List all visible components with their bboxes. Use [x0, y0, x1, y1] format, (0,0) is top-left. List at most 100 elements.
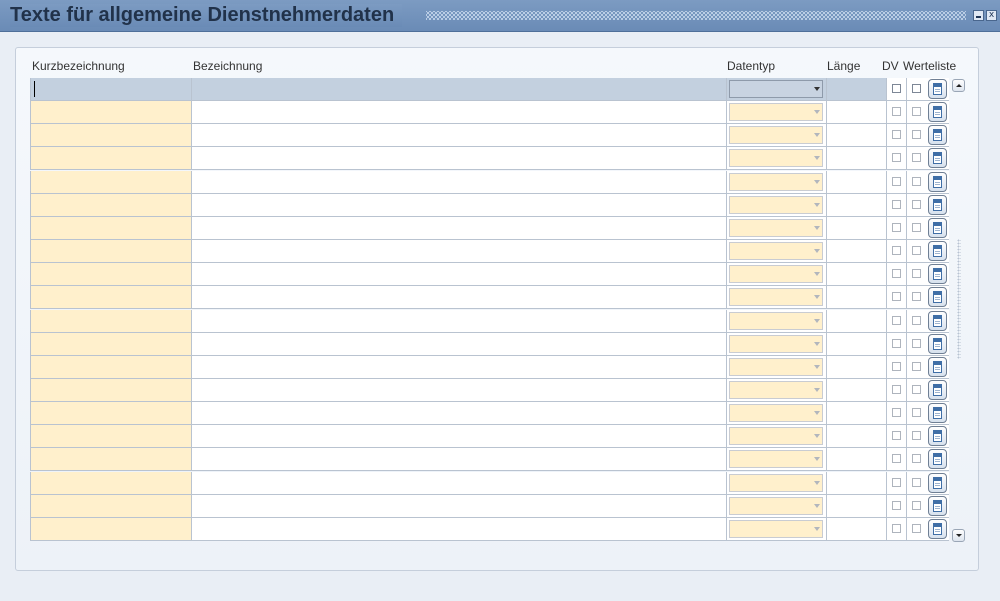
list-of-values-button[interactable] [928, 356, 947, 377]
bezeichnung-field[interactable] [192, 147, 727, 171]
kurzbezeichnung-field[interactable] [30, 240, 192, 264]
dv-checkbox[interactable] [892, 315, 901, 325]
werteliste-checkbox[interactable] [912, 269, 921, 279]
datentyp-select[interactable] [729, 450, 823, 469]
laenge-field[interactable] [827, 263, 887, 287]
werteliste-checkbox[interactable] [912, 176, 921, 186]
dv-checkbox[interactable] [892, 408, 901, 418]
kurzbezeichnung-field[interactable] [30, 286, 192, 310]
kurzbezeichnung-field[interactable] [30, 355, 192, 379]
datentyp-select[interactable] [729, 427, 823, 446]
kurzbezeichnung-field[interactable] [30, 402, 192, 426]
werteliste-checkbox[interactable] [912, 408, 921, 418]
bezeichnung-field[interactable] [192, 355, 727, 379]
werteliste-checkbox[interactable] [912, 500, 921, 510]
bezeichnung-field[interactable] [192, 286, 727, 310]
kurzbezeichnung-field[interactable] [30, 471, 192, 495]
datentyp-select[interactable] [729, 334, 823, 353]
werteliste-checkbox[interactable] [912, 222, 921, 232]
werteliste-checkbox[interactable] [912, 107, 921, 117]
bezeichnung-field[interactable] [192, 78, 727, 101]
list-of-values-button[interactable] [928, 217, 947, 238]
list-of-values-button[interactable] [928, 79, 947, 99]
list-of-values-button[interactable] [928, 125, 947, 146]
datentyp-select[interactable] [729, 288, 823, 307]
datentyp-select[interactable] [729, 404, 823, 423]
bezeichnung-field[interactable] [192, 471, 727, 495]
list-of-values-button[interactable] [928, 310, 947, 331]
laenge-field[interactable] [827, 471, 887, 495]
vertical-scrollbar[interactable] [952, 79, 966, 542]
laenge-field[interactable] [827, 378, 887, 402]
datentyp-select[interactable] [729, 357, 823, 376]
laenge-field[interactable] [827, 216, 887, 240]
kurzbezeichnung-field[interactable] [30, 216, 192, 240]
datentyp-select[interactable] [729, 311, 823, 330]
list-of-values-button[interactable] [928, 148, 947, 169]
werteliste-checkbox[interactable] [912, 199, 921, 209]
kurzbezeichnung-field[interactable] [30, 263, 192, 287]
kurzbezeichnung-field[interactable] [30, 494, 192, 518]
list-of-values-button[interactable] [928, 287, 947, 308]
werteliste-checkbox[interactable] [912, 130, 921, 140]
werteliste-checkbox[interactable] [912, 246, 921, 256]
bezeichnung-field[interactable] [192, 216, 727, 240]
close-button[interactable]: x [986, 10, 997, 21]
datentyp-select[interactable] [729, 380, 823, 399]
scroll-up-button[interactable] [952, 79, 965, 92]
dv-checkbox[interactable] [892, 431, 901, 441]
dv-checkbox[interactable] [892, 246, 901, 256]
kurzbezeichnung-field[interactable] [30, 193, 192, 217]
scroll-down-button[interactable] [952, 529, 965, 542]
laenge-field[interactable] [827, 147, 887, 171]
laenge-field[interactable] [827, 240, 887, 264]
list-of-values-button[interactable] [928, 171, 947, 192]
werteliste-checkbox[interactable] [912, 84, 921, 93]
datentyp-select[interactable] [729, 195, 823, 214]
laenge-field[interactable] [827, 286, 887, 310]
minimize-button[interactable] [973, 10, 984, 21]
kurzbezeichnung-field[interactable] [30, 309, 192, 333]
dv-checkbox[interactable] [892, 199, 901, 209]
kurzbezeichnung-field[interactable] [30, 170, 192, 194]
kurzbezeichnung-field[interactable] [30, 78, 192, 101]
bezeichnung-field[interactable] [192, 309, 727, 333]
list-of-values-button[interactable] [928, 495, 947, 516]
bezeichnung-field[interactable] [192, 402, 727, 426]
werteliste-checkbox[interactable] [912, 431, 921, 441]
laenge-field[interactable] [827, 425, 887, 449]
dv-checkbox[interactable] [892, 361, 901, 371]
werteliste-checkbox[interactable] [912, 523, 921, 533]
dv-checkbox[interactable] [892, 222, 901, 232]
laenge-field[interactable] [827, 332, 887, 356]
laenge-field[interactable] [827, 402, 887, 426]
dv-checkbox[interactable] [892, 454, 901, 464]
kurzbezeichnung-field[interactable] [30, 124, 192, 148]
bezeichnung-field[interactable] [192, 170, 727, 194]
bezeichnung-field[interactable] [192, 263, 727, 287]
laenge-field[interactable] [827, 517, 887, 541]
list-of-values-button[interactable] [928, 194, 947, 215]
werteliste-checkbox[interactable] [912, 338, 921, 348]
laenge-field[interactable] [827, 78, 887, 101]
bezeichnung-field[interactable] [192, 332, 727, 356]
datentyp-select[interactable] [729, 126, 823, 145]
list-of-values-button[interactable] [928, 333, 947, 354]
dv-checkbox[interactable] [892, 384, 901, 394]
werteliste-checkbox[interactable] [912, 315, 921, 325]
list-of-values-button[interactable] [928, 472, 947, 493]
list-of-values-button[interactable] [928, 518, 947, 539]
dv-checkbox[interactable] [892, 153, 901, 163]
dv-checkbox[interactable] [892, 292, 901, 302]
werteliste-checkbox[interactable] [912, 454, 921, 464]
laenge-field[interactable] [827, 101, 887, 125]
dv-checkbox[interactable] [892, 130, 901, 140]
datentyp-select[interactable] [729, 218, 823, 237]
laenge-field[interactable] [827, 124, 887, 148]
bezeichnung-field[interactable] [192, 425, 727, 449]
kurzbezeichnung-field[interactable] [30, 517, 192, 541]
bezeichnung-field[interactable] [192, 193, 727, 217]
bezeichnung-field[interactable] [192, 124, 727, 148]
bezeichnung-field[interactable] [192, 101, 727, 125]
bezeichnung-field[interactable] [192, 448, 727, 472]
